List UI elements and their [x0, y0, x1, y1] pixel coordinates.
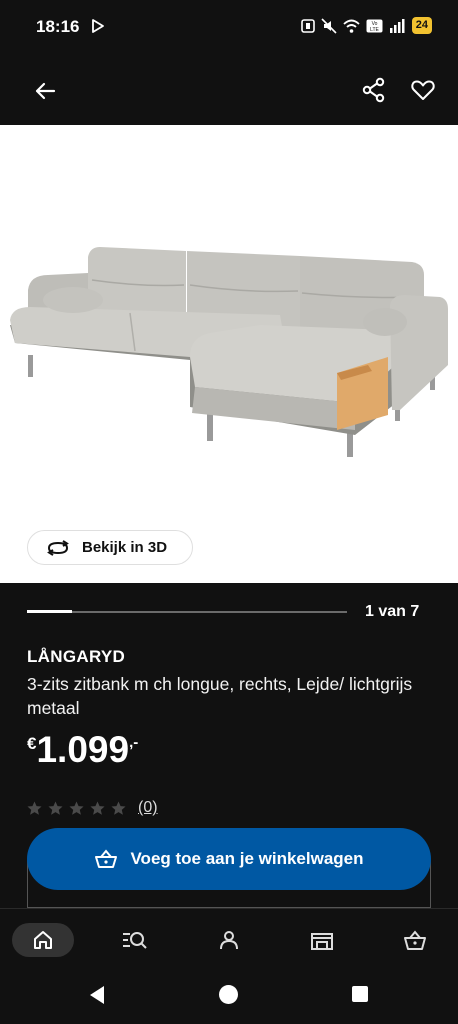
view-3d-label: Bekijk in 3D: [82, 539, 168, 556]
review-count-link[interactable]: (0): [138, 799, 158, 817]
rotate-3d-icon: [47, 539, 69, 556]
star-icon: [27, 800, 42, 815]
basket-icon: [404, 930, 426, 950]
sofa-image: [10, 247, 448, 457]
store-icon: [311, 933, 333, 950]
add-to-cart-button[interactable]: Voeg toe aan je winkelwagen: [27, 828, 431, 890]
nav-store[interactable]: [291, 923, 353, 957]
carousel-progress-fill: [27, 610, 72, 613]
star-icon: [90, 800, 105, 815]
arrow-left-icon[interactable]: [30, 76, 60, 106]
play-store-icon: [92, 19, 104, 33]
bottom-navigation: [0, 908, 458, 970]
basket-icon: [95, 849, 118, 868]
product-description: 3-zits zitbank m ch longue, rechts, Lejd…: [27, 674, 413, 718]
share-icon[interactable]: [360, 76, 388, 104]
carousel-progress: [27, 610, 347, 613]
nfc-icon: [300, 18, 315, 33]
star-icon: [111, 800, 126, 815]
system-navigation: [0, 970, 458, 1024]
status-bar: 18:16 Vo LTE 24: [0, 0, 458, 52]
price-amount: 1.099: [36, 729, 130, 770]
price-currency: €: [27, 734, 37, 753]
home-icon: [34, 931, 52, 949]
view-3d-button[interactable]: Bekijk in 3D: [27, 530, 193, 565]
system-recents-button[interactable]: [352, 986, 368, 1002]
system-home-button[interactable]: [219, 985, 238, 1004]
price: € 1.099 ,-: [27, 728, 138, 772]
nav-search[interactable]: [104, 923, 166, 957]
status-icons: Vo LTE 24: [300, 17, 432, 34]
system-back-icon[interactable]: [88, 985, 106, 1005]
status-time: 18:16: [36, 17, 80, 36]
mute-icon: [321, 17, 337, 34]
profile-icon: [220, 931, 238, 950]
battery-indicator: 24: [411, 17, 432, 34]
app-header: [0, 52, 458, 125]
rating[interactable]: (0): [27, 799, 158, 817]
search-list-icon: [123, 932, 147, 949]
svg-text:LTE: LTE: [370, 27, 379, 33]
star-icon: [69, 800, 84, 815]
volte-icon: VoLTE: [366, 19, 383, 33]
heart-icon[interactable]: [409, 76, 437, 104]
nav-cart[interactable]: [384, 923, 446, 957]
star-icon: [48, 800, 63, 815]
wifi-icon: [343, 19, 360, 33]
product-image-gallery[interactable]: Bekijk in 3D: [0, 125, 458, 583]
signal-icon: [389, 18, 405, 33]
nav-home[interactable]: [12, 923, 74, 957]
price-decimals: ,-: [129, 734, 139, 751]
product-name: LÅNGARYD: [27, 647, 126, 666]
image-counter: 1 van 7: [365, 603, 420, 620]
nav-profile[interactable]: [198, 923, 260, 957]
add-to-cart-label: Voeg toe aan je winkelwagen: [130, 849, 364, 868]
